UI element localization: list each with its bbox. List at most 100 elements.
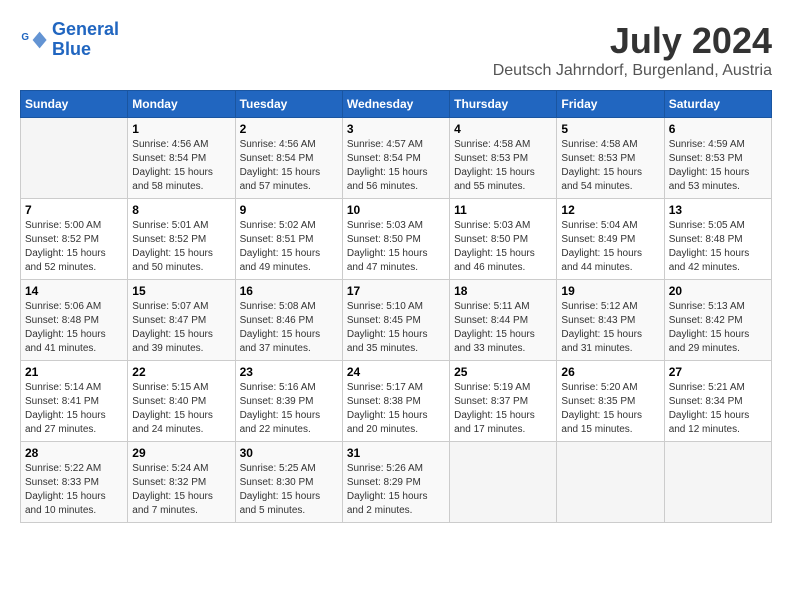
calendar-cell: 24Sunrise: 5:17 AMSunset: 8:38 PMDayligh… xyxy=(342,361,449,442)
logo-text: General Blue xyxy=(52,20,119,60)
week-row-3: 14 Sunrise: 5:06 AMSunset: 8:48 PMDayligh… xyxy=(21,280,772,361)
calendar-cell: 11 Sunrise: 5:03 AMSunset: 8:50 PMDayligh… xyxy=(450,199,557,280)
calendar-cell: 6Sunrise: 4:59 AMSunset: 8:53 PMDaylight… xyxy=(664,118,771,199)
day-number: 11 xyxy=(454,203,552,217)
day-number: 5 xyxy=(561,122,659,136)
day-info: Sunrise: 4:56 AMSunset: 8:54 PMDaylight:… xyxy=(240,138,338,194)
week-row-2: 7Sunrise: 5:00 AMSunset: 8:52 PMDaylight… xyxy=(21,199,772,280)
day-number: 29 xyxy=(132,446,230,460)
calendar-cell: 8Sunrise: 5:01 AMSunset: 8:52 PMDaylight… xyxy=(128,199,235,280)
calendar-cell: 9Sunrise: 5:02 AMSunset: 8:51 PMDaylight… xyxy=(235,199,342,280)
column-header-tuesday: Tuesday xyxy=(235,91,342,118)
calendar-cell: 5 Sunrise: 4:58 AMSunset: 8:53 PMDaylight… xyxy=(557,118,664,199)
calendar-cell: 15 Sunrise: 5:07 AMSunset: 8:47 PMDayligh… xyxy=(128,280,235,361)
day-info: Sunrise: 5:22 AMSunset: 8:33 PMDaylight:… xyxy=(25,462,123,518)
day-number: 15 xyxy=(132,284,230,298)
column-header-wednesday: Wednesday xyxy=(342,91,449,118)
calendar-cell: 10Sunrise: 5:03 AMSunset: 8:50 PMDayligh… xyxy=(342,199,449,280)
day-number: 31 xyxy=(347,446,445,460)
logo-line1: General xyxy=(52,19,119,39)
column-header-sunday: Sunday xyxy=(21,91,128,118)
day-number: 13 xyxy=(669,203,767,217)
calendar-cell: 30Sunrise: 5:25 AMSunset: 8:30 PMDayligh… xyxy=(235,442,342,523)
day-number: 18 xyxy=(454,284,552,298)
day-number: 21 xyxy=(25,365,123,379)
day-number: 24 xyxy=(347,365,445,379)
day-info: Sunrise: 5:12 AMSunset: 8:43 PMDaylight:… xyxy=(561,300,659,356)
calendar-cell xyxy=(450,442,557,523)
calendar-cell: 4Sunrise: 4:58 AMSunset: 8:53 PMDaylight… xyxy=(450,118,557,199)
day-info: Sunrise: 5:19 AMSunset: 8:37 PMDaylight:… xyxy=(454,381,552,437)
calendar-cell: 27 Sunrise: 5:21 AMSunset: 8:34 PMDayligh… xyxy=(664,361,771,442)
calendar-cell: 2 Sunrise: 4:56 AMSunset: 8:54 PMDaylight… xyxy=(235,118,342,199)
column-header-monday: Monday xyxy=(128,91,235,118)
day-number: 23 xyxy=(240,365,338,379)
day-number: 10 xyxy=(347,203,445,217)
day-info: Sunrise: 5:21 AMSunset: 8:34 PMDaylight:… xyxy=(669,381,767,437)
calendar-table: SundayMondayTuesdayWednesdayThursdayFrid… xyxy=(20,90,772,523)
day-number: 6 xyxy=(669,122,767,136)
calendar-cell: 25 Sunrise: 5:19 AMSunset: 8:37 PMDayligh… xyxy=(450,361,557,442)
calendar-cell: 14 Sunrise: 5:06 AMSunset: 8:48 PMDayligh… xyxy=(21,280,128,361)
day-info: Sunrise: 4:58 AMSunset: 8:53 PMDaylight:… xyxy=(454,138,552,194)
day-info: Sunrise: 5:13 AMSunset: 8:42 PMDaylight:… xyxy=(669,300,767,356)
subtitle: Deutsch Jahrndorf, Burgenland, Austria xyxy=(493,62,772,80)
logo: G General Blue xyxy=(20,20,119,60)
calendar-cell: 3 Sunrise: 4:57 AMSunset: 8:54 PMDaylight… xyxy=(342,118,449,199)
calendar-cell: 19 Sunrise: 5:12 AMSunset: 8:43 PMDayligh… xyxy=(557,280,664,361)
day-number: 30 xyxy=(240,446,338,460)
calendar-cell: 1 Sunrise: 4:56 AMSunset: 8:54 PMDaylight… xyxy=(128,118,235,199)
day-info: Sunrise: 5:14 AMSunset: 8:41 PMDaylight:… xyxy=(25,381,123,437)
calendar-cell: 31Sunrise: 5:26 AMSunset: 8:29 PMDayligh… xyxy=(342,442,449,523)
day-info: Sunrise: 4:57 AMSunset: 8:54 PMDaylight:… xyxy=(347,138,445,194)
day-info: Sunrise: 5:06 AMSunset: 8:48 PMDaylight:… xyxy=(25,300,123,356)
day-info: Sunrise: 5:03 AMSunset: 8:50 PMDaylight:… xyxy=(454,219,552,275)
day-info: Sunrise: 5:04 AMSunset: 8:49 PMDaylight:… xyxy=(561,219,659,275)
day-number: 12 xyxy=(561,203,659,217)
day-info: Sunrise: 5:05 AMSunset: 8:48 PMDaylight:… xyxy=(669,219,767,275)
week-row-5: 28 Sunrise: 5:22 AMSunset: 8:33 PMDayligh… xyxy=(21,442,772,523)
day-number: 25 xyxy=(454,365,552,379)
calendar-cell: 22Sunrise: 5:15 AMSunset: 8:40 PMDayligh… xyxy=(128,361,235,442)
calendar-cell: 28 Sunrise: 5:22 AMSunset: 8:33 PMDayligh… xyxy=(21,442,128,523)
day-number: 28 xyxy=(25,446,123,460)
column-header-saturday: Saturday xyxy=(664,91,771,118)
week-row-4: 21 Sunrise: 5:14 AMSunset: 8:41 PMDayligh… xyxy=(21,361,772,442)
calendar-cell: 20 Sunrise: 5:13 AMSunset: 8:42 PMDayligh… xyxy=(664,280,771,361)
day-info: Sunrise: 5:16 AMSunset: 8:39 PMDaylight:… xyxy=(240,381,338,437)
title-block: July 2024 Deutsch Jahrndorf, Burgenland,… xyxy=(493,20,772,80)
day-info: Sunrise: 5:07 AMSunset: 8:47 PMDaylight:… xyxy=(132,300,230,356)
day-info: Sunrise: 5:02 AMSunset: 8:51 PMDaylight:… xyxy=(240,219,338,275)
calendar-cell: 18Sunrise: 5:11 AMSunset: 8:44 PMDayligh… xyxy=(450,280,557,361)
day-number: 19 xyxy=(561,284,659,298)
calendar-cell: 21 Sunrise: 5:14 AMSunset: 8:41 PMDayligh… xyxy=(21,361,128,442)
day-number: 1 xyxy=(132,122,230,136)
day-number: 20 xyxy=(669,284,767,298)
calendar-cell: 7Sunrise: 5:00 AMSunset: 8:52 PMDaylight… xyxy=(21,199,128,280)
day-number: 16 xyxy=(240,284,338,298)
day-number: 3 xyxy=(347,122,445,136)
day-info: Sunrise: 4:58 AMSunset: 8:53 PMDaylight:… xyxy=(561,138,659,194)
column-header-friday: Friday xyxy=(557,91,664,118)
day-number: 27 xyxy=(669,365,767,379)
day-number: 2 xyxy=(240,122,338,136)
day-info: Sunrise: 5:24 AMSunset: 8:32 PMDaylight:… xyxy=(132,462,230,518)
day-info: Sunrise: 4:56 AMSunset: 8:54 PMDaylight:… xyxy=(132,138,230,194)
main-title: July 2024 xyxy=(493,20,772,62)
column-header-thursday: Thursday xyxy=(450,91,557,118)
calendar-cell: 29 Sunrise: 5:24 AMSunset: 8:32 PMDayligh… xyxy=(128,442,235,523)
calendar-cell: 23 Sunrise: 5:16 AMSunset: 8:39 PMDayligh… xyxy=(235,361,342,442)
calendar-cell: 26 Sunrise: 5:20 AMSunset: 8:35 PMDayligh… xyxy=(557,361,664,442)
calendar-cell: 12 Sunrise: 5:04 AMSunset: 8:49 PMDayligh… xyxy=(557,199,664,280)
day-info: Sunrise: 5:10 AMSunset: 8:45 PMDaylight:… xyxy=(347,300,445,356)
logo-icon: G xyxy=(20,26,48,54)
header-row: SundayMondayTuesdayWednesdayThursdayFrid… xyxy=(21,91,772,118)
day-number: 14 xyxy=(25,284,123,298)
calendar-cell xyxy=(557,442,664,523)
day-info: Sunrise: 5:20 AMSunset: 8:35 PMDaylight:… xyxy=(561,381,659,437)
day-info: Sunrise: 5:15 AMSunset: 8:40 PMDaylight:… xyxy=(132,381,230,437)
day-number: 8 xyxy=(132,203,230,217)
calendar-cell xyxy=(21,118,128,199)
day-number: 17 xyxy=(347,284,445,298)
day-number: 26 xyxy=(561,365,659,379)
